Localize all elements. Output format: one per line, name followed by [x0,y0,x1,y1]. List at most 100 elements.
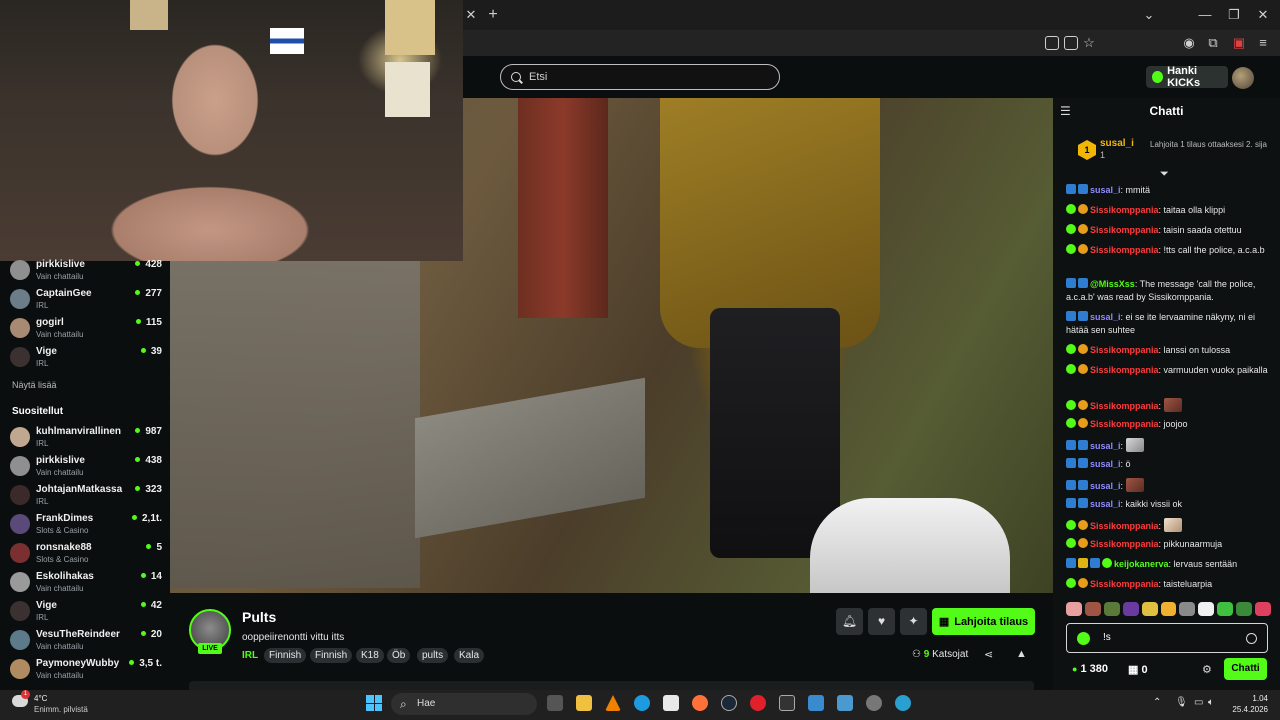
chat-username[interactable]: Sissikomppania [1090,205,1159,215]
stream-category[interactable]: IRL [242,650,258,661]
emote-button[interactable] [1084,602,1101,616]
stream-tag[interactable]: Finnish [310,648,353,663]
tray-overflow-chevron-icon[interactable]: ⌃ [1153,697,1161,708]
taskbar-search[interactable]: Hae [391,693,537,715]
chat-username[interactable]: keijokanerva [1114,559,1169,569]
sidebar-channel[interactable]: ronsnake88 Slots & Casino 5 [10,542,162,570]
chat-input[interactable]: !s [1066,623,1268,653]
picture-in-picture-icon[interactable] [1045,36,1059,50]
close-window-icon[interactable]: ✕ [1254,7,1272,23]
stream-tag[interactable]: Finnish [264,648,307,663]
photos-icon[interactable] [837,695,853,711]
get-kicks-button[interactable]: Hanki KICKs [1146,65,1228,89]
extension-badge-icon[interactable]: ▣ [1230,35,1248,51]
chat-username[interactable]: Sissikomppania [1090,245,1159,255]
new-tab-button[interactable]: + [484,7,502,23]
emote-button[interactable] [1122,602,1139,616]
chat-username[interactable]: Sissikomppania [1090,345,1159,355]
terminal-icon[interactable] [779,695,795,711]
account-icon[interactable]: ◉ [1180,35,1198,51]
close-tab-icon[interactable]: ✕ [462,7,480,23]
sidebar-channel[interactable]: PaymoneyWubby Vain chattailu 3,5 t. [10,658,162,686]
extensions-icon[interactable]: ⧉ [1204,35,1222,51]
stream-tag[interactable]: K18 [356,648,384,663]
gift-count[interactable]: ▦ 0 [1128,663,1148,676]
sparkle-icon[interactable]: ✦ [900,608,927,635]
sidebar-channel[interactable]: kuhlmanvirallinen IRL 987 [10,426,162,454]
chat-username[interactable]: susal_i [1090,312,1121,322]
minimize-window-icon[interactable]: — [1196,7,1214,23]
chat-username[interactable]: Sissikomppania [1090,521,1159,531]
kicks-balance[interactable]: 1 380 [1072,663,1108,675]
user-avatar[interactable] [1232,67,1254,89]
search-input[interactable]: Etsi [500,64,780,90]
chat-identity-icon[interactable] [1077,632,1090,645]
chat-username[interactable]: Sissikomppania [1090,539,1159,549]
store-icon[interactable] [663,695,679,711]
restore-window-icon[interactable]: ❐ [1225,7,1243,23]
emote-button[interactable] [1066,602,1082,616]
chat-username[interactable]: susal_i [1090,459,1121,469]
stream-tag[interactable]: pults [417,648,449,663]
steam-icon[interactable] [721,695,737,711]
emote-button[interactable] [1103,602,1120,616]
emote-button[interactable] [1217,602,1234,616]
settings-app-icon[interactable] [866,695,882,711]
chat-username[interactable]: susal_i [1090,185,1121,195]
chat-username[interactable]: susal_i [1090,441,1121,451]
emoji-picker-icon[interactable] [1246,633,1257,644]
report-warning-icon[interactable]: ▲ [1016,648,1027,660]
chat-username[interactable]: Sissikomppania [1090,579,1159,589]
streamer-name[interactable]: Pults [242,609,276,625]
microphone-icon[interactable]: 🎙︎ [1175,697,1188,708]
globe-app-icon[interactable] [895,695,911,711]
paint-icon[interactable] [808,695,824,711]
screenshot-icon[interactable] [1064,36,1078,50]
chat-username[interactable]: susal_i [1090,499,1121,509]
sidebar-channel[interactable]: pirkkislive Vain chattailu 438 [10,455,162,483]
chat-filter-icon[interactable]: ⏷ [1160,168,1169,181]
leaderboard-user[interactable]: susal_i [1100,138,1134,149]
bookmark-star-icon[interactable]: ☆ [1080,35,1098,51]
chat-username[interactable]: Sissikomppania [1090,225,1159,235]
send-chat-button[interactable]: Chatti [1224,658,1267,680]
sidebar-channel[interactable]: CaptainGee IRL 277 [10,288,162,316]
sidebar-channel[interactable]: Eskolihakas Vain chattailu 14 [10,571,162,599]
start-windows-icon[interactable] [366,695,382,711]
emote-button[interactable] [1255,602,1271,616]
sidebar-channel[interactable]: Vige IRL 39 [10,346,162,374]
emote-button[interactable] [1236,602,1253,616]
emote-button[interactable] [1141,602,1158,616]
opera-icon[interactable] [750,695,766,711]
tab-list-chevron-icon[interactable]: ⌄ [1140,7,1158,23]
emote-button[interactable] [1160,602,1177,616]
chat-username[interactable]: susal_i [1090,481,1121,491]
gift-subscription-button[interactable]: ▦ Lahjoita tilaus [932,608,1035,635]
sidebar-channel[interactable]: Vige IRL 42 [10,600,162,628]
taskbar-clock[interactable]: 1.04 25.4.2026 [1222,693,1268,715]
file-explorer-icon[interactable] [576,695,592,711]
chat-username[interactable]: Sissikomppania [1090,419,1159,429]
follow-heart-icon[interactable]: ♥ [868,608,895,635]
sidebar-channel[interactable]: pirkkislive Vain chattailu 428 [10,259,162,287]
sidebar-channel[interactable]: gogirl Vain chattailu 115 [10,317,162,345]
chat-username[interactable]: @MissXss [1090,279,1135,289]
sidebar-channel[interactable]: FrankDimes Slots & Casino 2,1t. [10,513,162,541]
stream-tag[interactable]: Kala [454,648,485,663]
notification-bell-icon[interactable]: 🔔︎ [836,608,863,635]
browser-menu-icon[interactable]: ≡ [1254,35,1272,51]
chat-username[interactable]: Sissikomppania [1090,365,1159,375]
show-more-link[interactable]: Näytä lisää [12,380,57,390]
stream-tag[interactable]: Öb [387,648,411,663]
emote-button[interactable] [1198,602,1215,616]
chat-settings-gear-icon[interactable]: ⚙ [1202,663,1212,676]
volume-icon[interactable]: 🔈︎ [1208,697,1214,708]
edge-icon[interactable] [634,695,650,711]
firefox-icon[interactable] [692,695,708,711]
network-icon[interactable]: ▭ [1194,697,1203,708]
share-icon[interactable]: ⋖ [984,648,993,661]
sidebar-channel[interactable]: VesuTheReindeer Vain chattailu 20 [10,629,162,657]
emote-button[interactable] [1179,602,1196,616]
chat-username[interactable]: Sissikomppania [1090,401,1159,411]
task-view-icon[interactable] [547,695,563,711]
